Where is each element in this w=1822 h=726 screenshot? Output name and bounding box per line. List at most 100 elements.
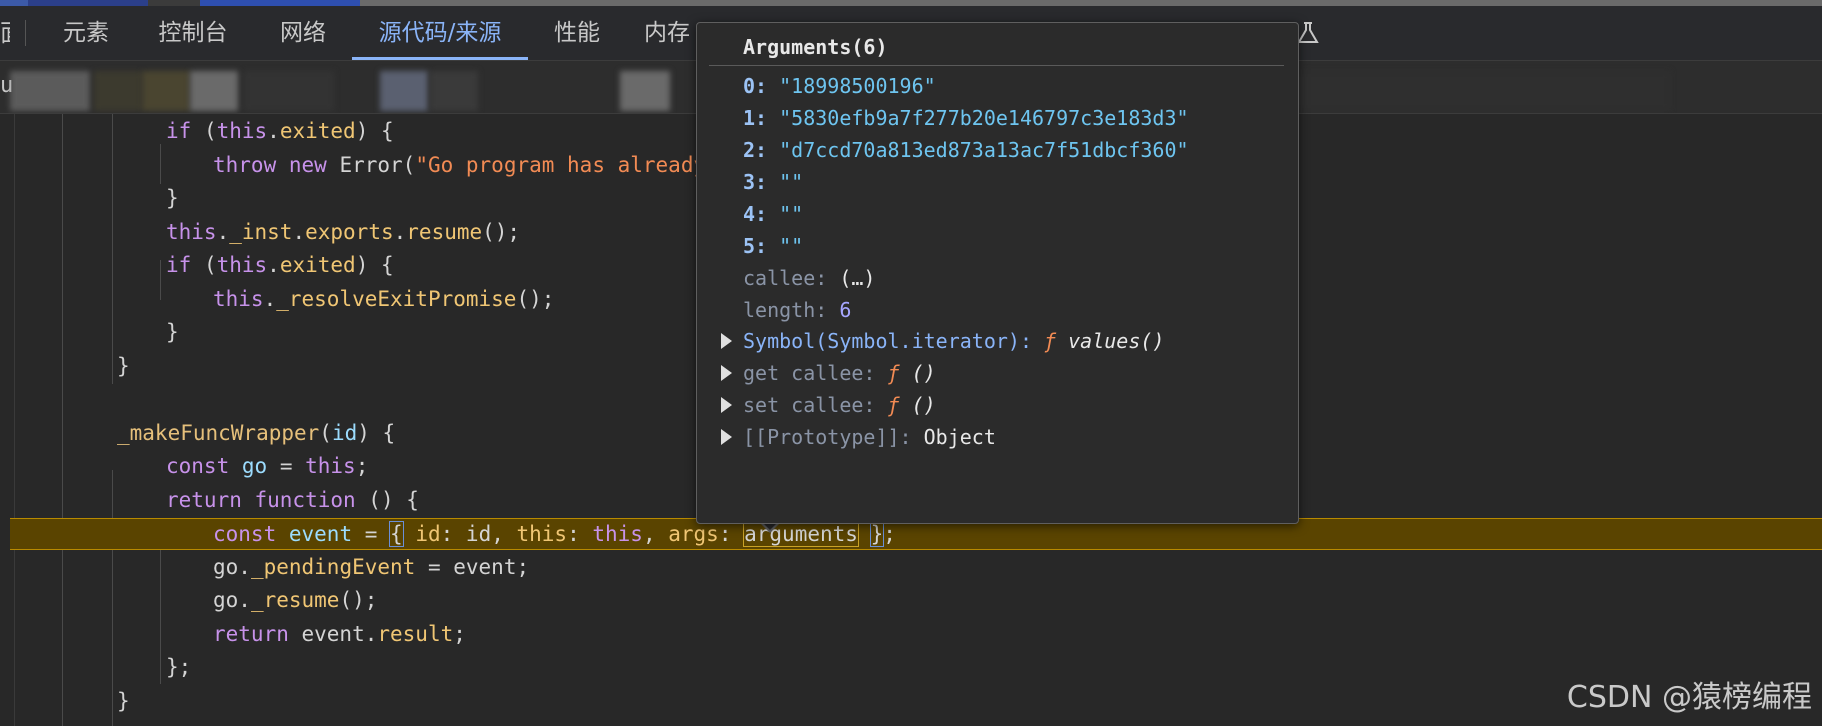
blurred-file-tab[interactable] xyxy=(94,71,142,111)
popover-title: Arguments(6) xyxy=(743,35,888,59)
code-token: exited xyxy=(279,253,356,277)
code-token: _inst xyxy=(229,219,293,244)
code-token: this xyxy=(516,522,568,546)
code-token: this xyxy=(213,286,264,311)
code-token: : id, xyxy=(440,522,517,546)
code-token: resume xyxy=(406,219,483,244)
watermark: CSDN @猿榜编程 xyxy=(1566,680,1812,715)
tab-sources[interactable]: 源代码/来源 xyxy=(352,6,528,60)
code-token: result xyxy=(377,621,454,646)
code-line[interactable]: return event.result; xyxy=(0,619,1822,649)
code-token: throw new xyxy=(213,152,327,177)
popover-header: Arguments(6) xyxy=(709,31,1284,66)
arg-entry[interactable]: 1: "5830efb9a7f277b20e146797c3e183d3" xyxy=(743,103,1189,133)
set-callee-entry[interactable]: set callee: ƒ () xyxy=(743,390,936,420)
code-text: if (this.exited) { xyxy=(166,250,394,280)
blurred-file-tab[interactable] xyxy=(142,71,190,111)
code-token: go. xyxy=(213,588,251,612)
tab-memory[interactable]: 内存 xyxy=(636,6,698,60)
arg-entry[interactable]: 4: "" xyxy=(743,199,803,229)
flask-icon[interactable] xyxy=(1296,21,1320,45)
arg-entry[interactable]: 0: "18998500196" xyxy=(743,71,936,101)
code-token: const xyxy=(166,454,230,478)
code-token: _resume xyxy=(250,588,340,612)
arg-key: 1 xyxy=(743,106,756,130)
code-token: (); xyxy=(482,219,521,244)
set-callee-key: set callee xyxy=(743,393,864,417)
arg-entry[interactable]: 5: "" xyxy=(743,231,803,261)
tab-elements[interactable]: 元素 xyxy=(44,6,128,60)
code-line[interactable]: } xyxy=(0,686,1822,716)
code-text: } xyxy=(166,317,179,347)
expand-triangle-icon[interactable] xyxy=(721,333,732,349)
code-text: } xyxy=(117,686,130,716)
function-name: values() xyxy=(1068,329,1165,353)
arg-value: "d7ccd70a813ed873a13ac7f51dbcf360" xyxy=(779,138,1189,162)
code-token: if xyxy=(166,119,192,143)
code-token: return xyxy=(213,621,289,646)
blurred-file-tab[interactable] xyxy=(620,71,670,111)
expand-triangle-icon[interactable] xyxy=(721,365,732,381)
symbol-iterator-entry[interactable]: Symbol(Symbol.iterator): ƒ values() xyxy=(743,326,1164,356)
code-token: _pendingEvent xyxy=(250,554,416,579)
arg-entry[interactable]: 2: "d7ccd70a813ed873a13ac7f51dbcf360" xyxy=(743,135,1189,165)
code-text: }; xyxy=(166,652,191,682)
arg-value: "5830efb9a7f277b20e146797c3e183d3" xyxy=(779,106,1189,130)
callee-value[interactable]: (…) xyxy=(839,266,875,290)
expand-triangle-icon[interactable] xyxy=(721,429,732,445)
tab-performance[interactable]: 性能 xyxy=(548,6,606,60)
get-callee-key: get callee xyxy=(743,361,864,385)
code-text: this._resolveExitPromise(); xyxy=(213,284,554,314)
arguments-popover[interactable]: Arguments(6) 0: "18998500196" 1: "5830ef… xyxy=(696,22,1299,524)
code-token: = xyxy=(352,522,391,546)
blurred-file-tab[interactable] xyxy=(430,71,478,111)
code-token: (); xyxy=(339,588,378,612)
code-token: this xyxy=(592,522,643,546)
code-token: ; xyxy=(453,621,466,646)
code-token: "Go program has already e xyxy=(415,152,732,177)
get-callee-entry[interactable]: get callee: ƒ () xyxy=(743,358,936,388)
length-entry[interactable]: length: 6 xyxy=(743,295,851,325)
code-token: , xyxy=(642,522,669,546)
blurred-file-tab[interactable] xyxy=(1250,71,1670,111)
tab-network[interactable]: 网络 xyxy=(268,6,338,60)
code-token: } xyxy=(117,353,130,378)
blurred-file-tab[interactable] xyxy=(190,71,238,111)
blurred-file-tab[interactable] xyxy=(244,71,334,111)
code-token: . xyxy=(263,286,277,311)
prototype-entry[interactable]: [[Prototype]]: Object xyxy=(743,422,996,452)
blurred-file-tab[interactable] xyxy=(380,71,428,111)
code-token: id xyxy=(415,522,441,546)
arg-value: "" xyxy=(779,234,804,258)
blurred-file-tab[interactable] xyxy=(10,71,90,111)
tab-console[interactable]: 控制台 xyxy=(148,6,238,60)
function-name: () xyxy=(911,361,936,385)
code-token: ; xyxy=(883,522,896,546)
tab-edge-fragment: 面 xyxy=(0,19,10,47)
arg-value: "" xyxy=(779,202,804,226)
code-text: this._inst.exports.resume(); xyxy=(166,217,520,247)
code-token: go xyxy=(241,454,268,478)
expand-triangle-icon[interactable] xyxy=(721,397,732,413)
code-token: event xyxy=(288,522,353,546)
code-token: { xyxy=(389,521,404,547)
code-token: ) { xyxy=(355,119,394,143)
code-token: . xyxy=(393,219,407,244)
code-line[interactable]: go._pendingEvent = event; xyxy=(0,552,1822,582)
tab-divider xyxy=(25,20,26,46)
arg-entry[interactable]: 3: "" xyxy=(743,167,803,197)
code-token: (); xyxy=(516,286,555,311)
code-token: args xyxy=(668,522,719,546)
code-token: return function xyxy=(166,487,356,512)
code-line[interactable]: go._resume(); xyxy=(0,585,1822,615)
code-text: } xyxy=(117,351,130,381)
arg-key: 0 xyxy=(743,74,756,98)
code-token: this xyxy=(216,119,268,143)
code-token: . xyxy=(267,253,280,277)
callee-entry[interactable]: callee: (…) xyxy=(743,263,875,293)
function-icon: ƒ xyxy=(887,361,900,385)
code-token: go. xyxy=(213,554,251,579)
code-token: = xyxy=(267,454,306,478)
code-line[interactable]: }; xyxy=(0,652,1822,682)
code-text: return function () { xyxy=(166,485,419,515)
